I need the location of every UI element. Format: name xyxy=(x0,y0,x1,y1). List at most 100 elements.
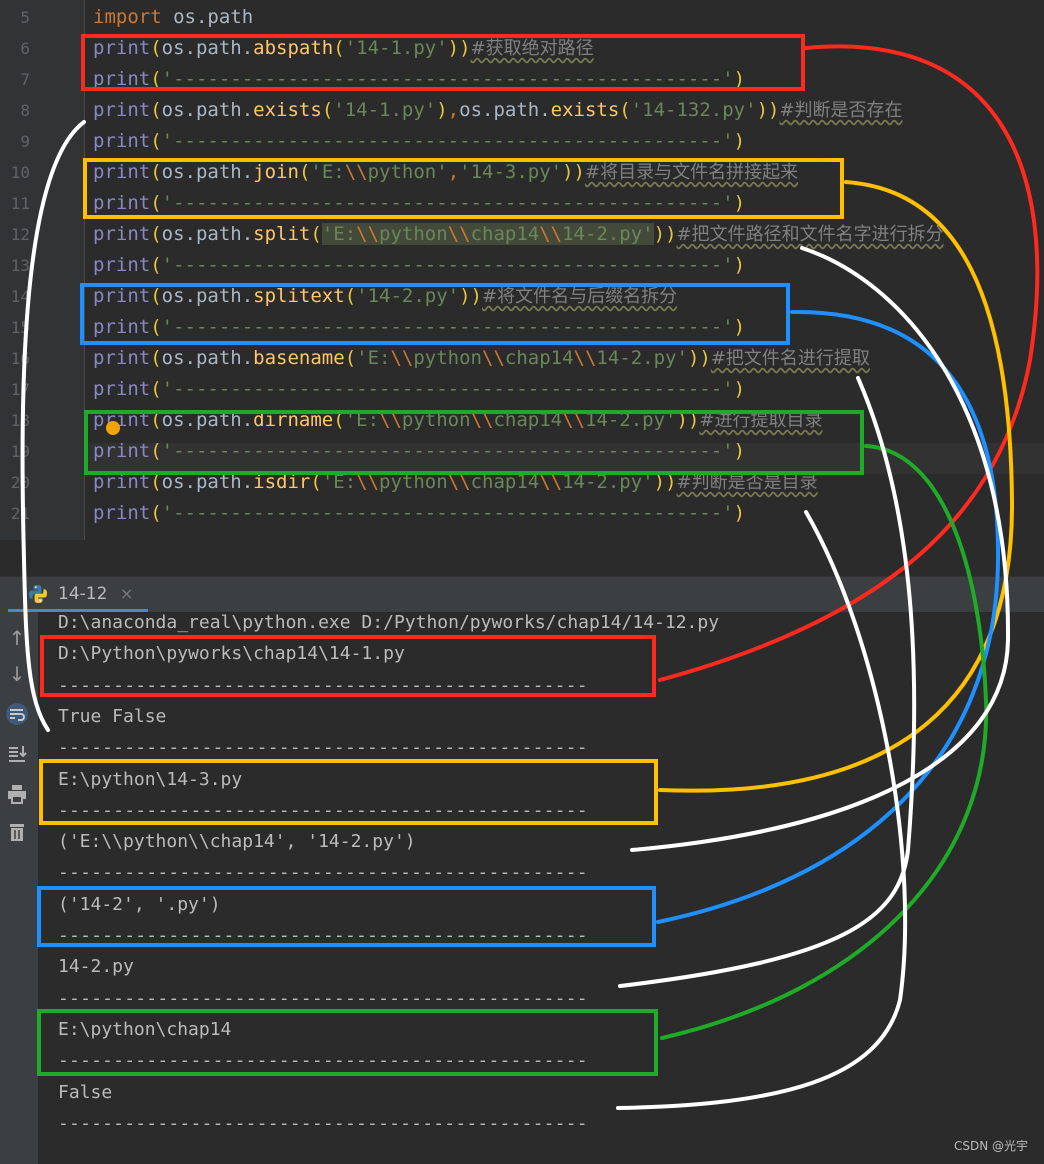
code-token: 14-2.py' xyxy=(584,409,677,431)
console-line: ----------------------------------------… xyxy=(58,1112,588,1134)
code-token: ( xyxy=(333,37,345,59)
code-token: #判断是否是目录 xyxy=(676,472,818,493)
code-token: 14-2.py' xyxy=(562,471,654,493)
code-token: 14-2.py' xyxy=(562,223,654,245)
line-number: 10 xyxy=(10,163,30,182)
console-line: True False xyxy=(58,705,167,727)
console-line: ----------------------------------------… xyxy=(58,925,588,946)
code-token: \\ xyxy=(390,347,414,369)
code-token: '14-1.py' xyxy=(333,99,437,121)
code-token: ) xyxy=(733,316,746,338)
code-token: chap14 xyxy=(470,471,540,493)
code-line[interactable]: print(os.path.join('E:\\python','14-3.py… xyxy=(93,157,798,188)
code-line[interactable]: print('---------------------------------… xyxy=(93,374,745,405)
code-token: splitext xyxy=(253,285,345,307)
lightbulb-icon[interactable] xyxy=(106,421,120,435)
code-line[interactable]: print('---------------------------------… xyxy=(93,498,745,529)
close-tab-icon[interactable]: × xyxy=(120,584,133,603)
code-token: )) xyxy=(653,471,677,493)
code-line[interactable]: import os.path xyxy=(93,2,253,33)
code-line[interactable]: print(os.path.dirname('E:\\python\\chap1… xyxy=(93,405,822,436)
code-token: os.path. xyxy=(161,347,254,369)
code-token: \\ xyxy=(482,347,505,369)
console-line: ----------------------------------------… xyxy=(58,737,588,759)
console-line: False xyxy=(58,1081,113,1103)
code-token: ( xyxy=(150,409,162,431)
code-token: ( xyxy=(150,347,162,369)
console-line: E:\python\chap14 xyxy=(58,1018,232,1040)
code-token: '14-1.py' xyxy=(344,37,448,59)
code-token: )) xyxy=(459,285,482,307)
code-token: chap14 xyxy=(470,223,540,245)
code-token: ( xyxy=(310,223,322,245)
code-token: 14-2.py' xyxy=(596,347,688,369)
line-number: 18 xyxy=(10,411,30,430)
code-line[interactable]: print('---------------------------------… xyxy=(93,312,745,343)
code-line[interactable]: print(os.path.split('E:\\python\\chap14\… xyxy=(93,219,944,250)
code-token: ( xyxy=(150,37,162,59)
console-line: ('E:\\python\\chap14', '14-2.py') xyxy=(58,831,416,853)
scroll-to-end-icon[interactable] xyxy=(5,742,29,766)
code-token: ( xyxy=(298,161,311,183)
code-line[interactable]: print(os.path.isdir('E:\\python\\chap14\… xyxy=(93,467,818,498)
code-token: python xyxy=(379,223,448,245)
print-icon[interactable] xyxy=(5,782,29,806)
line-number: 7 xyxy=(20,70,30,89)
code-token: dirname xyxy=(253,409,334,431)
code-line[interactable]: print(os.path.splitext('14-2.py'))#将文件名与… xyxy=(93,281,677,312)
code-token: ( xyxy=(150,161,162,183)
soft-wrap-icon[interactable] xyxy=(5,702,29,726)
code-line[interactable]: print('---------------------------------… xyxy=(93,188,745,219)
arrow-down-icon[interactable]: ↓ xyxy=(5,662,29,686)
code-token: ( xyxy=(344,347,357,369)
code-token: , xyxy=(447,99,460,121)
code-token: ( xyxy=(150,440,162,462)
code-token: ( xyxy=(333,409,345,431)
code-token: '---------------------------------------… xyxy=(161,130,734,152)
code-token: '14-3.py' xyxy=(459,161,563,183)
code-token: print xyxy=(93,99,151,121)
line-number: 20 xyxy=(10,473,30,492)
line-number: 16 xyxy=(10,349,30,368)
code-token: print xyxy=(93,37,151,59)
code-token: )) xyxy=(447,37,471,59)
code-token: ( xyxy=(150,68,162,90)
code-token: os.path. xyxy=(161,161,254,183)
console-line: 14-2.py xyxy=(58,956,134,978)
code-token: print xyxy=(93,223,151,245)
code-token: )) xyxy=(653,223,677,245)
rerun-up-icon[interactable]: ↑ xyxy=(5,626,29,650)
code-line[interactable]: print(os.path.basename('E:\\python\\chap… xyxy=(93,343,870,374)
code-line[interactable]: print(os.path.abspath('14-1.py'))#获取绝对路径 xyxy=(93,33,594,64)
code-token: \\ xyxy=(356,223,380,245)
code-token: 'E: xyxy=(321,471,357,493)
code-token: ( xyxy=(150,285,162,307)
code-token: chap14 xyxy=(504,347,574,369)
code-line[interactable]: print(os.path.exists('14-1.py'),os.path.… xyxy=(93,95,903,126)
code-token: print xyxy=(93,440,151,462)
code-line[interactable]: print('---------------------------------… xyxy=(93,436,745,467)
code-token: isdir xyxy=(253,471,311,493)
line-number: 13 xyxy=(10,256,30,275)
code-token: ( xyxy=(310,471,322,493)
code-token: '---------------------------------------… xyxy=(161,254,734,276)
code-line[interactable]: print('---------------------------------… xyxy=(93,250,745,281)
code-editor[interactable]: 5 6 7 8 9 10 11 12 13 14 15 16 17 18 19 20 21 import os.… xyxy=(0,0,1044,540)
code-token: ( xyxy=(150,471,162,493)
code-token: \\ xyxy=(539,223,563,245)
code-token: ( xyxy=(150,99,162,121)
code-token: , xyxy=(447,161,460,183)
code-token: basename xyxy=(253,347,345,369)
code-line[interactable]: print('---------------------------------… xyxy=(93,64,745,95)
code-token: ( xyxy=(344,285,357,307)
code-line[interactable]: print('---------------------------------… xyxy=(93,126,745,157)
code-token: '---------------------------------------… xyxy=(161,316,734,338)
code-token: '---------------------------------------… xyxy=(161,440,734,462)
trash-icon[interactable] xyxy=(5,820,29,844)
code-token: os.path xyxy=(161,6,254,28)
code-token: ( xyxy=(150,502,162,524)
code-token: \\ xyxy=(447,471,471,493)
line-number: 21 xyxy=(10,504,30,523)
code-token: exists xyxy=(253,99,322,121)
line-number: 14 xyxy=(10,287,30,306)
